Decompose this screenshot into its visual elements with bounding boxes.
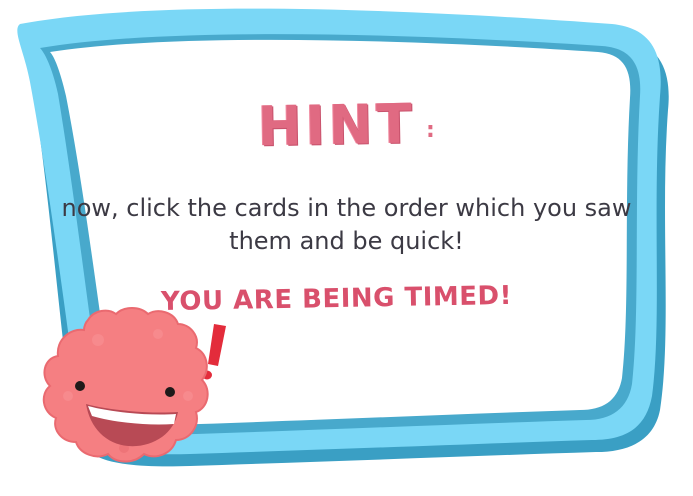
hint-message: now, click the cards in the order which … bbox=[61, 194, 632, 255]
hint-heading: HINT: bbox=[0, 93, 693, 159]
mascot-eye-right bbox=[165, 387, 175, 397]
mascot-body bbox=[42, 307, 209, 463]
hint-popup: HINT: now, click the cards in the order … bbox=[0, 0, 693, 496]
hint-colon: : bbox=[426, 118, 435, 143]
mascot-eye-left bbox=[75, 381, 85, 391]
pink-fuzzy-creature-icon bbox=[42, 307, 226, 463]
hint-title: HINT bbox=[257, 93, 417, 159]
